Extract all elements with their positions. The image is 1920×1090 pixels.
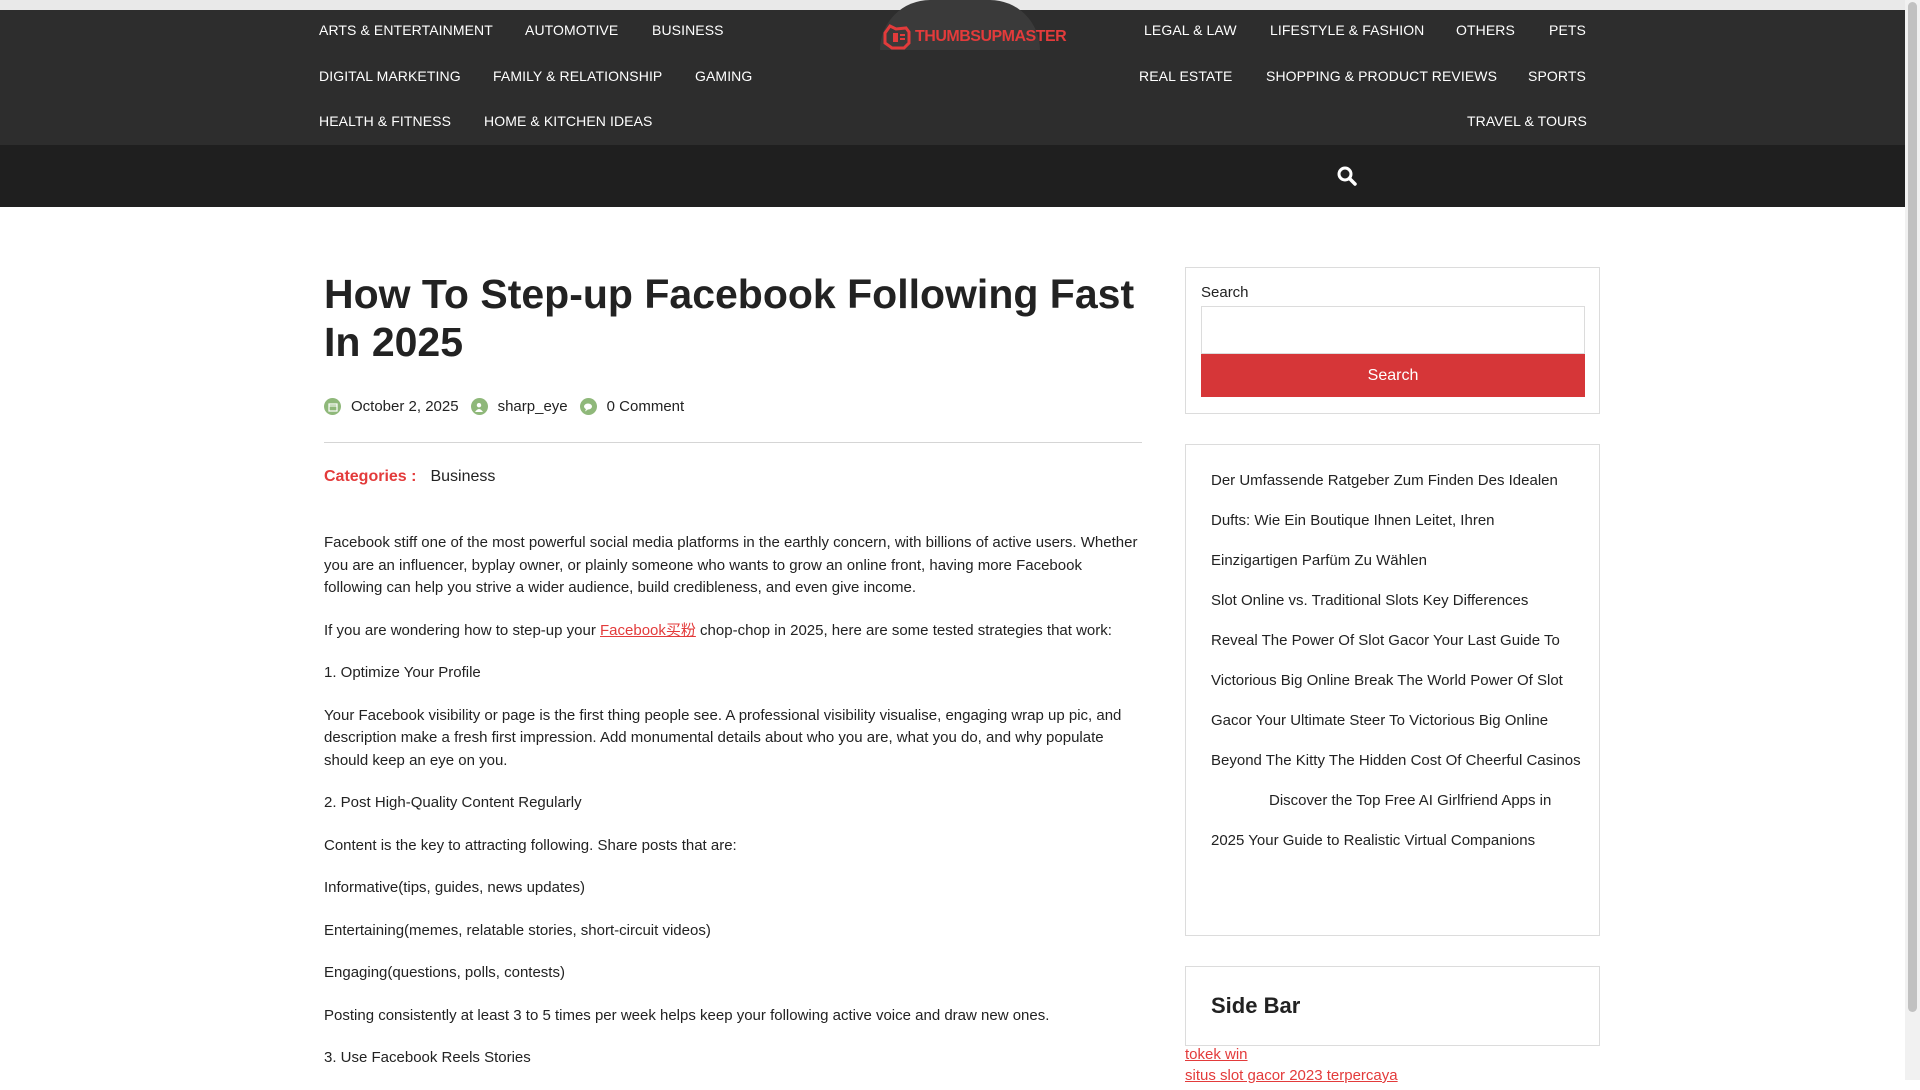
nav-sports[interactable]: SPORTS xyxy=(1528,68,1586,84)
recent-posts-widget: Der Umfassende Ratgeber Zum Finden Des I… xyxy=(1185,444,1600,936)
sidebar-search-widget: Search Search xyxy=(1185,267,1600,414)
search-input[interactable] xyxy=(1201,306,1585,354)
paragraph-text: If you are wondering how to step-up your xyxy=(324,621,600,639)
nav-lifestyle-fashion[interactable]: LIFESTYLE & FASHION xyxy=(1270,22,1424,38)
header-search-bar xyxy=(0,145,1905,207)
scrollbar-thumb[interactable] xyxy=(1908,2,1917,1012)
paragraph-text: chop-chop in 2025, here are some tested … xyxy=(695,621,1112,639)
thumbs-up-logo-icon xyxy=(883,24,911,50)
nav-shopping-reviews[interactable]: SHOPPING & PRODUCT REVIEWS xyxy=(1266,68,1497,84)
side-bar-widget: Side Bar xyxy=(1185,966,1600,1046)
paragraph-content-key: Content is the key to attracting followi… xyxy=(324,836,737,854)
nav-digital-marketing[interactable]: DIGITAL MARKETING xyxy=(319,68,461,84)
post-author-text: sharp_eye xyxy=(497,398,568,415)
nav-business[interactable]: BUSINESS xyxy=(652,22,724,38)
list-informative: Informative(tips, guides, news updates) xyxy=(324,879,585,896)
site-header: ARTS & ENTERTAINMENT AUTOMOTIVE BUSINESS… xyxy=(0,0,1905,145)
nav-automotive[interactable]: AUTOMOTIVE xyxy=(525,22,618,38)
post-author[interactable]: sharp_eye xyxy=(470,398,568,415)
nav-arts-entertainment[interactable]: ARTS & ENTERTAINMENT xyxy=(319,22,493,38)
post-meta: October 2, 2025 sharp_eye 0 Comment xyxy=(324,398,696,415)
nav-pets[interactable]: PETS xyxy=(1549,22,1586,38)
post-categories: Categories : Business xyxy=(324,468,495,486)
recent-post-link[interactable]: Beyond The Kitty The Hidden Cost Of Chee… xyxy=(1211,741,1581,781)
recent-post-link[interactable]: Discover the Top Free AI Girlfriend Apps… xyxy=(1211,781,1581,861)
post-comments[interactable]: 0 Comment xyxy=(579,398,685,415)
post-title: How To Step-up Facebook Following Fast I… xyxy=(324,271,1135,365)
site-logo[interactable]: THUMBSUPMASTER xyxy=(882,23,1067,51)
side-bar-link[interactable]: tokek win xyxy=(1185,1044,1398,1065)
categories-label: Categories : xyxy=(324,468,417,485)
nav-others[interactable]: OTHERS xyxy=(1456,22,1515,38)
side-bar-title: Side Bar xyxy=(1211,993,1301,1018)
heading-optimize-profile: 1. Optimize Your Profile xyxy=(324,664,481,681)
post-main: How To Step-up Facebook Following Fast I… xyxy=(324,270,1142,1066)
post-comments-text: 0 Comment xyxy=(606,398,685,415)
meta-divider xyxy=(324,442,1142,443)
paragraph-intro: Facebook stiff one of the most powerful … xyxy=(324,534,1138,596)
search-label: Search xyxy=(1201,284,1249,301)
facebook-followers-link[interactable]: Facebook买粉 xyxy=(600,622,696,639)
page-scrollbar[interactable] xyxy=(1905,0,1920,1080)
nav-gaming[interactable]: GAMING xyxy=(695,68,752,84)
paragraph-strategies: If you are wondering how to step-up your… xyxy=(324,620,1142,643)
recent-posts-list: Der Umfassende Ratgeber Zum Finden Des I… xyxy=(1211,461,1581,861)
post-date-text: October 2, 2025 xyxy=(351,398,459,415)
post-date[interactable]: October 2, 2025 xyxy=(324,398,459,415)
paragraph-profile: Your Facebook visibility or page is the … xyxy=(324,706,1122,769)
recent-post-link[interactable]: Reveal The Power Of Slot Gacor Your Last… xyxy=(1211,621,1581,741)
list-entertaining: Entertaining(memes, relatable stories, s… xyxy=(324,921,711,939)
recent-post-link[interactable]: Slot Online vs. Traditional Slots Key Di… xyxy=(1211,581,1581,621)
recent-post-link[interactable]: Der Umfassende Ratgeber Zum Finden Des I… xyxy=(1211,461,1581,581)
nav-real-estate[interactable]: REAL ESTATE xyxy=(1139,68,1232,84)
nav-legal-law[interactable]: LEGAL & LAW xyxy=(1144,22,1237,38)
nav-travel-tours[interactable]: TRAVEL & TOURS xyxy=(1467,113,1587,129)
heading-post-content: 2. Post High-Quality Content Regularly xyxy=(324,794,582,811)
heading-reels-stories: 3. Use Facebook Reels Stories xyxy=(324,1049,531,1066)
nav-family-relationship[interactable]: FAMILY & RELATIONSHIP xyxy=(493,68,662,84)
comments-icon xyxy=(579,398,597,415)
side-bar-link[interactable]: situs slot gacor 2023 terpercaya xyxy=(1185,1065,1398,1086)
nav-health-fitness[interactable]: HEALTH & FITNESS xyxy=(319,113,451,129)
calendar-icon xyxy=(324,398,341,415)
logo-text: THUMBSUPMASTER xyxy=(915,28,1067,45)
category-link[interactable]: Business xyxy=(430,468,495,486)
search-icon[interactable] xyxy=(1336,165,1358,187)
search-button[interactable]: Search xyxy=(1201,354,1585,397)
list-engaging: Engaging(questions, polls, contests) xyxy=(324,964,565,981)
user-icon xyxy=(470,398,488,415)
paragraph-posting: Posting consistently at least 3 to 5 tim… xyxy=(324,1006,1050,1024)
nav-home-kitchen[interactable]: HOME & KITCHEN IDEAS xyxy=(484,113,652,129)
post-content: Facebook stiff one of the most powerful … xyxy=(324,532,1142,1090)
